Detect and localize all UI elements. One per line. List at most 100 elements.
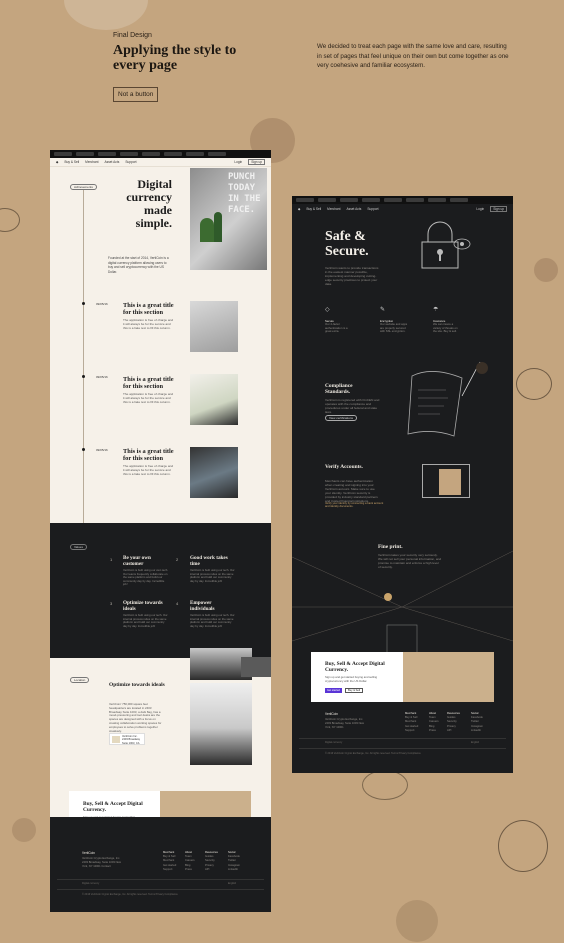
hero-body: Founded at the start of 2014, VertiCoin … (108, 256, 169, 274)
footer-col: Merchant Buy & Sell Merchant Get started… (163, 851, 177, 871)
eyebrow-label: Final Design (113, 32, 152, 39)
section-date: 09/05/16 (96, 448, 108, 452)
footer-logo[interactable]: VertiCoin (325, 712, 338, 716)
ticker-strip (50, 150, 271, 158)
section-date: 09/05/16 (96, 375, 108, 379)
section-body: The application is free of charge and it… (123, 392, 174, 404)
umbrella-icon: ☂ (433, 307, 439, 313)
timeline-dot (82, 302, 85, 305)
hero-title: Digital currency made simple. (126, 177, 172, 230)
login-link[interactable]: Login (476, 207, 484, 211)
dark-navbar: ◆ Buy & Sell Merchant Asset Acts Support… (292, 204, 513, 213)
location-body: VertiCoin' 750,000 square feet headquart… (109, 702, 162, 733)
hero-body: VertiCoin wants to provide transactions … (325, 266, 379, 287)
bg-circle-dotted (534, 258, 558, 282)
nav-item-asset-acts[interactable]: Asset Acts (104, 160, 119, 164)
get-started-button[interactable]: Get started (325, 688, 342, 693)
location-title: Optimize towards ideals (109, 682, 165, 688)
verify-laptop-illustration (422, 464, 470, 498)
feature-insurance: ☂ Insurance We can insure a variety of th… (433, 307, 458, 334)
office-photo-side (241, 657, 271, 677)
section-title: This is a great title for this section (123, 302, 174, 316)
footer-digital-label: Digital currency (325, 741, 343, 744)
tag-history: Achievements (70, 184, 97, 190)
cta-title: Buy, Sell & Accept Digital Currency. (325, 661, 385, 674)
login-link[interactable]: Login (234, 160, 242, 164)
footer-col: Social Facebook Twitter Instagram Linked… (228, 851, 240, 871)
location-card[interactable]: VertiCoin Inc. 2403 Broadway Suite 1003,… (109, 733, 145, 745)
section-date: 09/05/16 (96, 302, 108, 306)
section-image-laptop (190, 447, 238, 498)
ticker-strip (292, 196, 513, 204)
cta-illustration (403, 652, 494, 702)
scroll-illustration (407, 361, 488, 437)
footer-divider (299, 748, 506, 749)
value-number: 1 (110, 557, 113, 562)
footer-address: VertiCoin Crypto Exchange, Inc. 2403 Bro… (325, 718, 364, 730)
footer-col: About Team Careers Blog Press (185, 851, 195, 871)
value-body: VertiCoin is built using our tech. Our i… (190, 613, 235, 628)
footer-col: Resources Guides Security Privacy API (205, 851, 218, 871)
footer-language-select[interactable]: English (228, 882, 236, 885)
dark-footer: VertiCoin VertiCoin Crypto Exchange, Inc… (292, 708, 513, 773)
nav-item-buy-sell[interactable]: Buy & Sell (306, 207, 321, 211)
hero-office-image: PUNCH TODAY IN THE FACE. (190, 168, 267, 270)
section-title: This is a great title for this section (123, 376, 174, 390)
value-body: VertiCoin is built using our own tech. O… (123, 568, 169, 587)
verify-link[interactable]: Verify your identity by connecting a ban… (325, 502, 385, 509)
nav-item-merchant[interactable]: Merchant (327, 207, 340, 211)
footer-language-select[interactable]: English (471, 741, 479, 744)
footer-legal: © 2016 VertiCoin Crypto Exchange, Inc. A… (325, 752, 421, 755)
tag-location: Location (70, 677, 90, 683)
office-photo-bottom (190, 683, 252, 765)
value-title: Good work takes time (190, 555, 228, 567)
bg-coin-sketch-2 (516, 368, 552, 400)
bg-circle-bottom-right (396, 900, 438, 942)
light-navbar: ◆ Buy & Sell Merchant Asset Acts Support… (50, 158, 271, 167)
light-page-mockup: ◆ Buy & Sell Merchant Asset Acts Support… (50, 150, 271, 912)
buy-sell-button[interactable]: Buy & Sell (345, 688, 363, 693)
section-headline: Applying the style to every page (113, 43, 237, 73)
cta-title: Buy, Sell & Accept Digital Currency. (83, 801, 143, 814)
key-icon: ✎ (380, 307, 386, 313)
value-number: 3 (110, 601, 113, 606)
nav-item-buy-sell[interactable]: Buy & Sell (64, 160, 79, 164)
feature-encryption: ✎ Encryption Our website and apps are pro… (380, 307, 408, 334)
compliance-body: VertiCoin is registered with FinCEN and … (325, 398, 380, 415)
verify-title: Verify Accounts. (325, 464, 363, 470)
footer-digital-label: Digital currency (82, 882, 100, 885)
value-title: Optimize towards ideals (123, 600, 163, 612)
bg-circle-top (64, 0, 148, 30)
plant-image-2 (214, 212, 222, 242)
timeline-dot (82, 448, 85, 451)
punch-sign: PUNCH TODAY IN THE FACE. (228, 172, 261, 215)
footer-divider (299, 738, 506, 739)
signup-button[interactable]: Sign up (248, 159, 265, 165)
value-number: 4 (176, 601, 179, 606)
logo[interactable]: ◆ (298, 207, 300, 211)
footer-address: VertiCoin Crypto Exchange, Inc. 2403 Bro… (82, 857, 121, 869)
section-body: The application is free of charge and it… (123, 318, 174, 330)
section-image-plant (190, 374, 238, 425)
nav-item-merchant[interactable]: Merchant (85, 160, 98, 164)
nav-item-support[interactable]: Support (367, 207, 378, 211)
not-a-button: Not a button (113, 87, 159, 102)
footer-divider (57, 879, 264, 880)
footer-logo[interactable]: VertiCoin (82, 851, 95, 855)
view-certifications-button[interactable]: View certifications (325, 415, 357, 421)
light-footer: VertiCoin VertiCoin Crypto Exchange, Inc… (50, 817, 271, 912)
footer-col: Resources Guides Security Privacy API (447, 712, 460, 732)
compliance-title: Compliance Standards. (325, 383, 353, 396)
value-body: VertiCoin is built using our tech. Our i… (123, 613, 168, 628)
hero-title: Safe & Secure. (325, 229, 369, 259)
footer-divider (57, 889, 264, 890)
verify-card (439, 469, 461, 495)
nav-item-asset-acts[interactable]: Asset Acts (346, 207, 361, 211)
cta-body: Sign up and get started buying and selli… (325, 675, 378, 683)
nav-item-support[interactable]: Support (125, 160, 136, 164)
values-section: Values 1 Be your own customer VertiCoin … (50, 523, 271, 658)
logo[interactable]: ◆ (56, 160, 58, 164)
footer-col: Merchant Buy & Sell Merchant Get started… (405, 712, 419, 732)
signup-button[interactable]: Sign up (490, 205, 507, 212)
bg-coin-sketch-4 (362, 770, 408, 800)
